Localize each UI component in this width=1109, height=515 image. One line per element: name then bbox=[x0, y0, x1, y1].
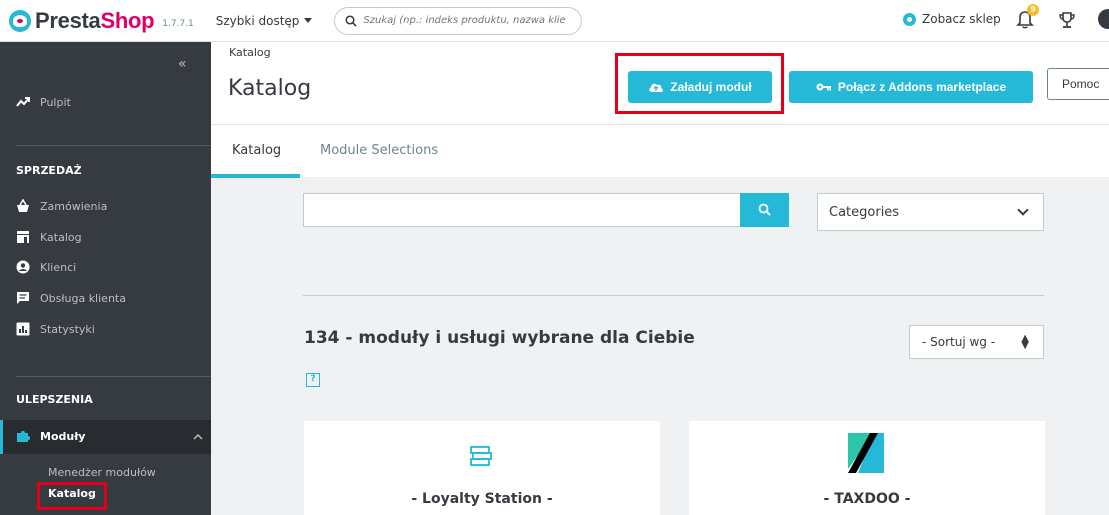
sidebar-subitem-module-manager[interactable]: Menedżer modułów bbox=[48, 466, 156, 479]
module-card-name: - TAXDOO - bbox=[823, 491, 911, 507]
sort-arrows-icon: ▲ ▼ bbox=[1021, 333, 1029, 351]
content-divider bbox=[303, 295, 1044, 296]
sidebar-item-label: Klienci bbox=[40, 260, 77, 274]
module-search-input[interactable] bbox=[303, 193, 741, 227]
sidebar-section-improve: ULEPSZENIA bbox=[16, 393, 93, 406]
connect-addons-button[interactable]: Połącz z Addons marketplace bbox=[789, 71, 1033, 103]
sidebar-divider bbox=[16, 376, 211, 377]
store-icon bbox=[17, 231, 29, 243]
highlight-box-catalog-subitem bbox=[37, 482, 107, 510]
page-title: Katalog bbox=[228, 76, 312, 101]
module-card[interactable]: - TAXDOO - bbox=[689, 421, 1045, 515]
tab-catalog[interactable]: Katalog bbox=[232, 143, 281, 158]
top-navbar: PrestaShop 1.7.7.1 Szybki dostęp Zobacz … bbox=[0, 0, 1109, 42]
sidebar-item-label: Pulpit bbox=[40, 95, 71, 109]
module-card-name: - Loyalty Station - bbox=[411, 491, 553, 507]
taxdoo-logo-icon bbox=[848, 433, 884, 473]
logo-text: PrestaShop bbox=[35, 7, 155, 33]
version-label: 1.7.7.1 bbox=[162, 18, 194, 29]
chevron-down-icon bbox=[1017, 204, 1029, 216]
sidebar-item-label: Zamówienia bbox=[40, 199, 108, 213]
modules-count-heading: 134 - moduły i usługi wybrane dla Ciebie bbox=[304, 328, 695, 348]
chevron-up-icon[interactable] bbox=[193, 433, 203, 441]
loyalty-station-logo-icon bbox=[470, 446, 492, 466]
account-circle-icon bbox=[16, 260, 30, 274]
collapse-sidebar-icon[interactable]: « bbox=[178, 56, 187, 72]
active-tab-indicator bbox=[211, 174, 300, 178]
trending-up-icon bbox=[16, 97, 30, 107]
prestashop-logo[interactable]: PrestaShop 1.7.7.1 bbox=[9, 8, 194, 34]
sidebar-item-label: Katalog bbox=[40, 230, 82, 244]
quick-access-dropdown[interactable]: Szybki dostęp bbox=[216, 14, 313, 28]
sidebar-divider bbox=[16, 145, 211, 146]
prestashop-logo-icon bbox=[9, 9, 31, 32]
search-icon bbox=[758, 203, 771, 216]
view-shop-link[interactable]: Zobacz sklep bbox=[903, 12, 1001, 26]
sidebar-item-stats[interactable]: Statystyki bbox=[16, 322, 95, 336]
global-search-input[interactable] bbox=[363, 15, 574, 26]
bar-chart-icon bbox=[16, 322, 30, 336]
sidebar-item-catalog[interactable]: Katalog bbox=[16, 230, 82, 244]
tab-module-selections[interactable]: Module Selections bbox=[320, 143, 438, 158]
tab-bar: Katalog Module Selections bbox=[211, 124, 1109, 178]
sidebar-item-label: Statystyki bbox=[40, 322, 95, 336]
shopping-basket-icon bbox=[17, 199, 29, 212]
breadcrumb[interactable]: Katalog bbox=[229, 46, 271, 59]
sidebar: « Pulpit SPRZEDAŻ Zamówienia Katalog Kli… bbox=[0, 42, 211, 515]
sidebar-item-dashboard[interactable]: Pulpit bbox=[16, 95, 71, 109]
sidebar-item-orders[interactable]: Zamówienia bbox=[16, 199, 107, 213]
sort-select[interactable]: - Sortuj wg - ▲ ▼ bbox=[909, 325, 1044, 359]
sidebar-item-customer-service[interactable]: Obsługa klienta bbox=[16, 291, 126, 305]
trophy-icon[interactable] bbox=[1058, 10, 1076, 30]
help-tooltip-icon[interactable]: ? bbox=[306, 373, 320, 387]
highlight-box-upload-button bbox=[615, 53, 784, 114]
puzzle-icon bbox=[17, 430, 30, 442]
global-search[interactable] bbox=[334, 6, 583, 35]
categories-select[interactable]: Categories bbox=[817, 193, 1044, 231]
connect-addons-label: Połącz z Addons marketplace bbox=[837, 80, 1007, 94]
help-button[interactable]: Pomoc bbox=[1047, 68, 1109, 100]
user-avatar[interactable] bbox=[1098, 9, 1109, 29]
help-label: Pomoc bbox=[1062, 77, 1100, 91]
view-shop-label: Zobacz sklep bbox=[922, 12, 1001, 26]
sidebar-item-customers[interactable]: Klienci bbox=[16, 260, 76, 274]
sidebar-item-modules[interactable]: Moduły bbox=[16, 429, 85, 443]
sidebar-item-label: Moduły bbox=[40, 429, 86, 443]
quick-access-label: Szybki dostęp bbox=[215, 13, 300, 28]
module-card[interactable]: - Loyalty Station - bbox=[304, 421, 660, 515]
search-icon bbox=[345, 14, 357, 27]
caret-down-icon bbox=[304, 18, 313, 23]
categories-select-value: Categories bbox=[829, 204, 900, 220]
eye-icon bbox=[903, 12, 916, 26]
chat-icon bbox=[17, 292, 29, 304]
sidebar-item-label: Obsługa klienta bbox=[40, 291, 126, 305]
sort-select-value: - Sortuj wg - bbox=[922, 335, 996, 349]
key-icon bbox=[816, 83, 831, 91]
notifications-badge: 9 bbox=[1027, 4, 1039, 16]
sidebar-section-sales: SPRZEDAŻ bbox=[16, 164, 82, 177]
module-search-button[interactable] bbox=[740, 193, 789, 227]
